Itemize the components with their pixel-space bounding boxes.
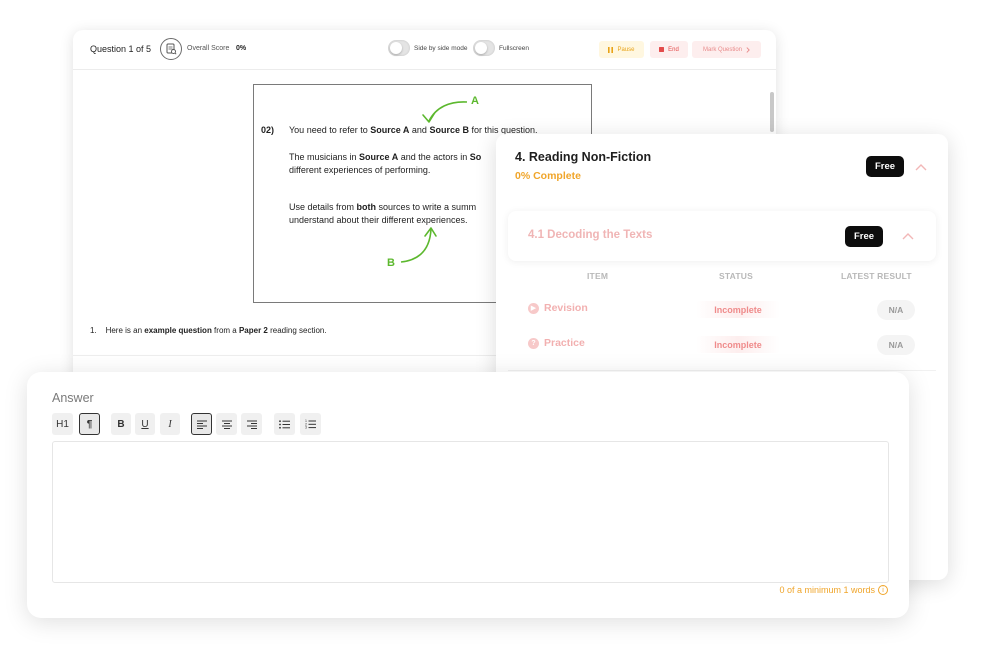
result-badge: N/A [877, 300, 915, 320]
status-badge: Incomplete [696, 336, 780, 353]
question-scrollbar[interactable] [770, 92, 774, 132]
end-label: End [668, 46, 679, 53]
question-icon: ? [528, 337, 539, 349]
subsection-title: 4.1 Decoding the Texts [528, 229, 653, 241]
pause-icon [608, 46, 614, 53]
answer-editor-card: Answer H1 ¶ B U I 123 0 of a minimum 1 w… [27, 372, 909, 618]
progress-item-revision[interactable]: ▶ Revision [528, 302, 588, 314]
numbered-list-icon: 123 [305, 419, 316, 429]
question-counter: Question 1 of 5 [90, 44, 152, 54]
align-left-icon [196, 420, 207, 429]
progress-item-label: Revision [544, 302, 588, 314]
underline-button[interactable]: U [135, 413, 155, 435]
pause-button[interactable]: Pause [599, 41, 644, 58]
question-toolbar: Question 1 of 5 Overall Score 0% Side by… [73, 30, 776, 70]
align-center-icon [221, 420, 232, 429]
italic-button[interactable]: I [160, 413, 180, 435]
info-icon[interactable]: i [878, 585, 888, 595]
align-right-button[interactable] [241, 413, 262, 435]
stage: Question 1 of 5 Overall Score 0% Side by… [0, 0, 985, 649]
example-caption: 1. Here is an example question from a Pa… [90, 326, 327, 335]
chevron-right-icon [746, 46, 750, 53]
source-line-4: Use details from both sources to write a… [289, 202, 477, 212]
svg-text:3: 3 [305, 426, 307, 429]
mark-question-button[interactable]: Mark Question [692, 41, 761, 58]
fullscreen-label: Fullscreen [499, 45, 529, 52]
fullscreen-toggle[interactable] [473, 40, 495, 56]
subsection-free-badge: Free [845, 226, 884, 247]
source-question-number: 02) [261, 125, 275, 135]
pause-label: Pause [617, 46, 635, 53]
mark-question-label: Mark Question [702, 46, 742, 53]
progress-item-practice[interactable]: ? Practice [528, 337, 585, 349]
chevron-up-icon[interactable] [902, 232, 914, 240]
bold-button[interactable]: B [111, 413, 131, 435]
side-by-side-toggle[interactable] [388, 40, 410, 56]
overall-score-label: Overall Score [187, 45, 230, 52]
result-badge: N/A [877, 335, 915, 355]
end-button[interactable]: End [650, 41, 688, 58]
align-right-icon [246, 420, 257, 429]
align-center-button[interactable] [216, 413, 237, 435]
bullet-list-button[interactable] [274, 413, 295, 435]
row-divider [508, 370, 936, 371]
play-icon: ▶ [528, 302, 539, 314]
column-header-status: STATUS [719, 271, 753, 281]
annotation-label-a: A [471, 95, 479, 107]
heading-1-button[interactable]: H1 [52, 413, 73, 435]
answer-label: Answer [52, 391, 94, 405]
status-badge: Incomplete [696, 301, 780, 318]
annotation-label-b: B [387, 257, 395, 269]
answer-text-area[interactable] [52, 441, 889, 583]
column-header-latest-result: LATEST RESULT [841, 271, 912, 281]
progress-item-label: Practice [544, 337, 585, 349]
column-header-item: ITEM [587, 271, 609, 281]
section-title: 4. Reading Non-Fiction [515, 150, 652, 164]
numbered-list-button[interactable]: 123 [300, 413, 321, 435]
chevron-up-icon[interactable] [915, 163, 927, 171]
bullet-list-icon [279, 419, 290, 429]
paragraph-button[interactable]: ¶ [79, 413, 100, 435]
side-by-side-label: Side by side mode [414, 45, 468, 52]
section-free-badge: Free [866, 156, 905, 177]
question-list-icon[interactable] [160, 38, 182, 60]
stop-icon [659, 47, 665, 52]
source-line-2: The musicians in Source A and the actors… [289, 152, 482, 162]
subsection-header[interactable]: 4.1 Decoding the Texts Free [508, 211, 936, 261]
section-complete-status: 0% Complete [515, 170, 581, 182]
align-left-button[interactable] [191, 413, 212, 435]
source-line-5: understand about their different experie… [289, 215, 468, 225]
source-line-3: different experiences of performing. [289, 165, 431, 175]
word-count-text: 0 of a minimum 1 words [779, 585, 875, 595]
word-count-indicator: 0 of a minimum 1 words i [779, 585, 888, 595]
overall-score-value: 0% [236, 45, 247, 52]
